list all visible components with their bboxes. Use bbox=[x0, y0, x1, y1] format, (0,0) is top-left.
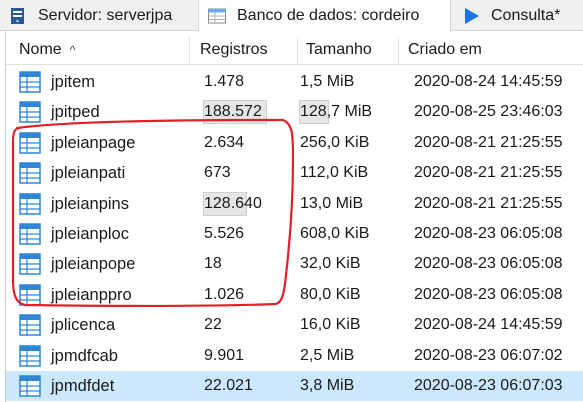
cell-records: 22 bbox=[204, 316, 222, 334]
column-header-size[interactable]: Tamanho bbox=[298, 37, 399, 65]
table-row[interactable]: jpleianppro 1.026 80,0 KiB 2020-08-23 06:05… bbox=[6, 280, 583, 310]
cell-records: 18 bbox=[204, 255, 222, 273]
cell-size: 128,7 MiB bbox=[300, 103, 373, 121]
tab-database-label: Banco de dados: cordeiro bbox=[237, 7, 420, 24]
cell-records: 188.572 bbox=[204, 103, 262, 121]
cell-name: jpmdfdet bbox=[19, 371, 194, 401]
table-name: jpleianpope bbox=[51, 255, 136, 274]
cell-created: 2020-08-25 23:46:03 bbox=[414, 103, 563, 121]
cell-created: 2020-08-21 21:25:55 bbox=[414, 164, 563, 182]
tab-server-label: Servidor: serverjpa bbox=[38, 6, 173, 24]
cell-name: jpleianpins bbox=[19, 189, 194, 219]
cell-size: 3,8 MiB bbox=[300, 377, 355, 394]
cell-name: jpleianploc bbox=[19, 219, 194, 249]
cell-records: 128.640 bbox=[204, 194, 262, 212]
table-list-grid[interactable]: Nome ^ Registros Tamanho Criado em jpitem… bbox=[5, 31, 583, 402]
tab-bar: Servidor: serverjpa Banco de dados: cord… bbox=[0, 0, 583, 32]
cell-records: 2.634 bbox=[204, 133, 245, 151]
cell-created: 2020-08-23 06:07:02 bbox=[414, 346, 563, 364]
column-header-records[interactable]: Registros bbox=[190, 37, 298, 65]
table-row[interactable]: jpitped 188.572 128,7 MiB 2020-08-25 23:46:… bbox=[6, 97, 583, 127]
cell-created: 2020-08-23 06:05:08 bbox=[414, 255, 563, 273]
cell-name: jplicenca bbox=[19, 310, 194, 340]
cell-name: jpmdfcab bbox=[19, 341, 194, 371]
table-name: jpleianploc bbox=[51, 225, 129, 243]
table-row[interactable]: jpleianploc 5.526 608,0 KiB 2020-08-23 06:0… bbox=[6, 219, 583, 249]
table-icon bbox=[19, 132, 41, 154]
cell-name: jpleianpope bbox=[19, 249, 194, 279]
table-icon bbox=[19, 344, 41, 367]
cell-size: 13,0 MiB bbox=[300, 194, 364, 212]
cell-name: jpleianpage bbox=[19, 128, 194, 158]
column-header-size-label: Tamanho bbox=[306, 41, 372, 58]
table-name: jpmdfcab bbox=[51, 346, 118, 365]
cell-records: 673 bbox=[204, 164, 231, 182]
cell-size: 32,0 KiB bbox=[300, 255, 361, 273]
cell-name: jpitped bbox=[19, 97, 194, 127]
cell-records: 1.478 bbox=[204, 73, 245, 90]
table-row[interactable]: jpleianpati 673 112,0 KiB 2020-08-21 21:25:… bbox=[6, 158, 583, 188]
table-name: jplicenca bbox=[51, 316, 116, 335]
cell-created: 2020-08-21 21:25:55 bbox=[414, 194, 563, 212]
server-icon bbox=[11, 7, 24, 24]
table-icon bbox=[19, 192, 41, 215]
table-icon bbox=[19, 71, 41, 93]
table-icon bbox=[19, 314, 41, 336]
tab-query-label: Consulta* bbox=[491, 6, 561, 24]
grid-header: Nome ^ Registros Tamanho Criado em bbox=[6, 37, 583, 65]
table-name: jpmdfdet bbox=[51, 377, 115, 395]
sort-ascending-icon: ^ bbox=[69, 43, 76, 57]
table-icon bbox=[19, 284, 41, 306]
table-icon bbox=[19, 223, 41, 245]
cell-name: jpleianpati bbox=[19, 158, 194, 188]
cell-name: jpleianppro bbox=[19, 280, 194, 310]
table-row[interactable]: jpmdfdet 22.021 3,8 MiB 2020-08-23 06:07:03 bbox=[6, 371, 583, 401]
cell-created: 2020-08-23 06:05:08 bbox=[414, 225, 563, 242]
cell-created: 2020-08-23 06:07:03 bbox=[414, 377, 563, 394]
table-name: jpitem bbox=[51, 73, 96, 91]
cell-records: 5.526 bbox=[204, 225, 245, 242]
table-name: jpitped bbox=[51, 103, 100, 122]
table-icon bbox=[19, 162, 41, 184]
table-row[interactable]: jpleianpage 2.634 256,0 KiB 2020-08-21 21:2… bbox=[6, 128, 583, 158]
table-row[interactable]: jpitem 1.478 1,5 MiB 2020-08-24 14:45:59 bbox=[6, 67, 583, 97]
table-icon bbox=[19, 375, 41, 397]
table-name: jpleianpins bbox=[51, 194, 129, 213]
cell-size: 2,5 MiB bbox=[300, 346, 355, 364]
column-header-created[interactable]: Criado em bbox=[399, 37, 583, 65]
database-icon bbox=[208, 8, 226, 24]
cell-size: 16,0 KiB bbox=[300, 316, 361, 334]
cell-records: 22.021 bbox=[204, 377, 253, 394]
cell-created: 2020-08-24 14:45:59 bbox=[414, 73, 563, 90]
table-row[interactable]: jpleianpope 18 32,0 KiB 2020-08-23 06:05:08 bbox=[6, 249, 583, 279]
cell-created: 2020-08-24 14:45:59 bbox=[414, 316, 563, 334]
table-name: jpleianppro bbox=[51, 285, 132, 304]
cell-size: 112,0 KiB bbox=[300, 164, 369, 182]
column-header-name[interactable]: Nome ^ bbox=[6, 37, 190, 65]
table-name: jpleianpage bbox=[51, 133, 136, 152]
table-name: jpleianpati bbox=[51, 164, 126, 183]
tab-database[interactable]: Banco de dados: cordeiro bbox=[198, 0, 451, 32]
table-icon bbox=[19, 101, 41, 124]
column-header-name-label: Nome bbox=[19, 41, 62, 58]
tab-server[interactable]: Servidor: serverjpa bbox=[0, 0, 196, 31]
table-row[interactable]: jplicenca 22 16,0 KiB 2020-08-24 14:45:59 bbox=[6, 310, 583, 340]
table-icon bbox=[19, 253, 41, 276]
cell-records: 9.901 bbox=[204, 346, 245, 364]
cell-name: jpitem bbox=[19, 67, 194, 97]
cell-size: 608,0 KiB bbox=[300, 225, 370, 242]
table-row[interactable]: jpleianpins 128.640 13,0 MiB 2020-08-21 21:… bbox=[6, 189, 583, 219]
tab-query[interactable]: Consulta* bbox=[453, 0, 583, 31]
cell-created: 2020-08-23 06:05:08 bbox=[414, 285, 563, 303]
column-header-records-label: Registros bbox=[200, 41, 268, 58]
cell-created: 2020-08-21 21:25:55 bbox=[414, 133, 563, 151]
table-row[interactable]: jpmdfcab 9.901 2,5 MiB 2020-08-23 06:07:02 bbox=[6, 341, 583, 371]
cell-records: 1.026 bbox=[204, 285, 245, 303]
cell-size: 80,0 KiB bbox=[300, 285, 361, 303]
column-header-created-label: Criado em bbox=[408, 41, 482, 58]
play-icon bbox=[465, 7, 479, 24]
cell-size: 256,0 KiB bbox=[300, 133, 370, 151]
cell-size: 1,5 MiB bbox=[300, 73, 355, 90]
